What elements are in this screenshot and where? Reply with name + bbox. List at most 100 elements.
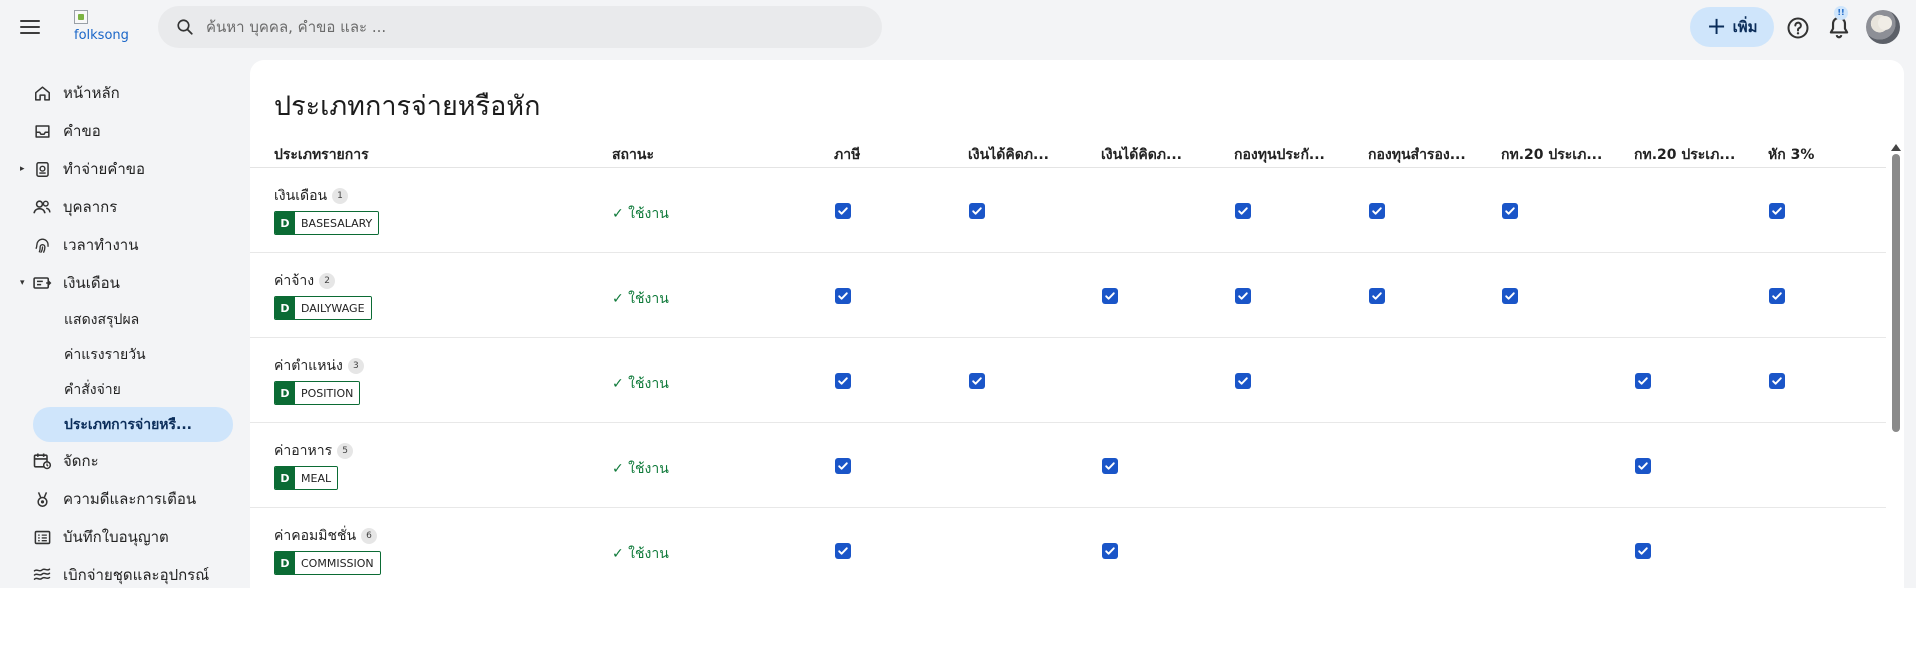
tag-type-letter: D: [275, 212, 295, 234]
check-icon: [972, 207, 982, 215]
sidebar-item-home[interactable]: หน้าหลัก: [0, 74, 245, 112]
checkbox-deduct-3pct[interactable]: [1769, 373, 1785, 389]
caret-right-icon: ▸: [20, 164, 25, 174]
sidebar-subitem-pay-deduction-types[interactable]: ประเภทการจ่ายหรื...: [33, 407, 233, 442]
checkbox-social-security[interactable]: [1235, 288, 1251, 304]
code-tag: D COMMISSION: [274, 551, 381, 575]
people-icon: [32, 197, 52, 217]
add-button-label: เพิ่ม: [1732, 18, 1758, 36]
checkbox-social-security[interactable]: [1235, 373, 1251, 389]
check-icon: [838, 292, 848, 300]
sidebar-item-label: ความดีและการเตือน: [63, 490, 197, 508]
column-header-kt20-type-1[interactable]: กท.20 ประเภ...: [1501, 144, 1607, 166]
checkbox-deduct-3pct[interactable]: [1769, 288, 1785, 304]
check-icon: [838, 547, 848, 555]
checkbox-tax[interactable]: [835, 373, 851, 389]
tag-code: BASESALARY: [295, 212, 379, 234]
row-name-text: ค่าจ้าง: [274, 273, 315, 289]
row-name: ค่าตำแหน่ง 3: [274, 355, 364, 377]
status-active: ✓ ใช้งาน: [612, 376, 669, 392]
tag-code: MEAL: [295, 467, 338, 489]
column-header-tax[interactable]: ภาษี: [834, 144, 940, 166]
search-input[interactable]: [206, 6, 866, 48]
caret-down-icon: ▾: [20, 278, 25, 288]
sidebar-item-requests[interactable]: คำขอ: [0, 112, 245, 150]
logo[interactable]: folksong: [74, 10, 134, 46]
column-header-kt20-type-2[interactable]: กท.20 ประเภ...: [1634, 144, 1740, 166]
code-tag: D MEAL: [274, 466, 339, 490]
tag-code: POSITION: [295, 382, 360, 404]
sidebar-item-label: ทำจ่ายคำขอ: [63, 160, 146, 178]
checkbox-kt20-type-2[interactable]: [1635, 458, 1651, 474]
check-icon: [1505, 207, 1515, 215]
checkbox-provident-fund[interactable]: [1369, 203, 1385, 219]
checkbox-tax[interactable]: [835, 458, 851, 474]
page-title: ประเภทการจ่ายหรือหัก: [274, 91, 541, 122]
checkbox-kt20-type-2[interactable]: [1635, 543, 1651, 559]
code-tag: D POSITION: [274, 381, 361, 405]
column-header-taxable-income-1[interactable]: เงินได้คิดภ...: [968, 144, 1074, 166]
column-header-provident-fund[interactable]: กองทุนสำรอง...: [1368, 144, 1474, 166]
avatar[interactable]: [1866, 10, 1900, 44]
row-number-badge: 1: [332, 188, 349, 204]
checkbox-taxable-income-2[interactable]: [1102, 543, 1118, 559]
sidebar-item-merit-warning[interactable]: ความดีและการเตือน: [0, 480, 245, 518]
sidebar-item-worktime[interactable]: เวลาทำงาน: [0, 226, 245, 264]
menu-icon[interactable]: [18, 16, 42, 40]
sidebar-item-payout-requests[interactable]: ▸ ทำจ่ายคำขอ: [0, 150, 245, 188]
sidebar-subitem-payment-order[interactable]: คำสั่งจ่าย: [33, 372, 233, 407]
column-header-taxable-income-2[interactable]: เงินได้คิดภ...: [1101, 144, 1207, 166]
row-name-text: ค่าอาหาร: [274, 443, 333, 459]
checkbox-provident-fund[interactable]: [1369, 288, 1385, 304]
check-icon: [1772, 207, 1782, 215]
checkbox-tax[interactable]: [835, 288, 851, 304]
checkbox-social-security[interactable]: [1235, 203, 1251, 219]
column-header-deduct-3pct[interactable]: หัก 3%: [1768, 144, 1874, 166]
table-row[interactable]: ค่าอาหาร 5 D MEAL ✓ ใช้งาน: [250, 423, 1886, 508]
table-row[interactable]: เงินเดือน 1 D BASESALARY ✓ ใช้งาน: [250, 168, 1886, 253]
sidebar-item-shifts[interactable]: จัดกะ: [0, 442, 245, 480]
sidebar-item-equipment[interactable]: เบิกจ่ายชุดและอุปกรณ์: [0, 556, 245, 588]
notification-badge: !!: [1834, 6, 1848, 20]
help-icon[interactable]: [1786, 16, 1810, 40]
search-bar[interactable]: [158, 6, 882, 48]
checkbox-taxable-income-1[interactable]: [969, 203, 985, 219]
sidebar-subitem-summary[interactable]: แสดงสรุปผล: [33, 302, 233, 337]
checkbox-taxable-income-2[interactable]: [1102, 458, 1118, 474]
checkbox-kt20-type-2[interactable]: [1635, 373, 1651, 389]
checkbox-deduct-3pct[interactable]: [1769, 203, 1785, 219]
app-shell: folksong + เพิ่ม !!: [0, 0, 1916, 588]
scrollbar[interactable]: [1890, 144, 1902, 588]
column-header-social-security[interactable]: กองทุนประกั...: [1234, 144, 1340, 166]
code-tag: D BASESALARY: [274, 211, 380, 235]
table-row[interactable]: ค่าคอมมิชชั่น 6 D COMMISSION ✓ ใช้งาน: [250, 508, 1886, 588]
sidebar-item-payroll[interactable]: ▾ เงินเดือน: [0, 264, 245, 302]
table-header: ประเภทรายการ สถานะ ภาษี เงินได้คิดภ... เ…: [250, 142, 1886, 168]
main-content: ประเภทการจ่ายหรือหัก ประเภทรายการ สถานะ …: [250, 60, 1904, 588]
scrollbar-thumb[interactable]: [1892, 154, 1900, 432]
check-icon: [838, 462, 848, 470]
sidebar-item-label: หน้าหลัก: [63, 84, 120, 102]
checkbox-tax[interactable]: [835, 203, 851, 219]
table-row[interactable]: ค่าตำแหน่ง 3 D POSITION ✓ ใช้งาน: [250, 338, 1886, 423]
medal-icon: [32, 489, 52, 509]
row-name: เงินเดือน 1: [274, 185, 349, 207]
sidebar-item-people[interactable]: บุคลากร: [0, 188, 245, 226]
sidebar-item-licenses[interactable]: บันทึกใบอนุญาต: [0, 518, 245, 556]
checkbox-tax[interactable]: [835, 543, 851, 559]
check-icon: [1105, 547, 1115, 555]
check-icon: [1105, 462, 1115, 470]
add-button[interactable]: + เพิ่ม: [1690, 7, 1774, 47]
table-row[interactable]: ค่าจ้าง 2 D DAILYWAGE ✓ ใช้งาน: [250, 253, 1886, 338]
sidebar-subitem-daily-wage[interactable]: ค่าแรงรายวัน: [33, 337, 233, 372]
scroll-up-arrow-icon[interactable]: [1891, 144, 1901, 151]
column-header-status[interactable]: สถานะ: [612, 144, 718, 166]
checkbox-kt20-type-1[interactable]: [1502, 203, 1518, 219]
sidebar: หน้าหลัก คำขอ ▸ ทำจ่ายคำขอ บุคลากร เวลาท…: [0, 74, 245, 588]
checkbox-taxable-income-1[interactable]: [969, 373, 985, 389]
column-header-type[interactable]: ประเภทรายการ: [274, 144, 474, 166]
tag-type-letter: D: [275, 552, 295, 574]
checkbox-kt20-type-1[interactable]: [1502, 288, 1518, 304]
checkbox-taxable-income-2[interactable]: [1102, 288, 1118, 304]
row-name: ค่าอาหาร 5: [274, 440, 354, 462]
